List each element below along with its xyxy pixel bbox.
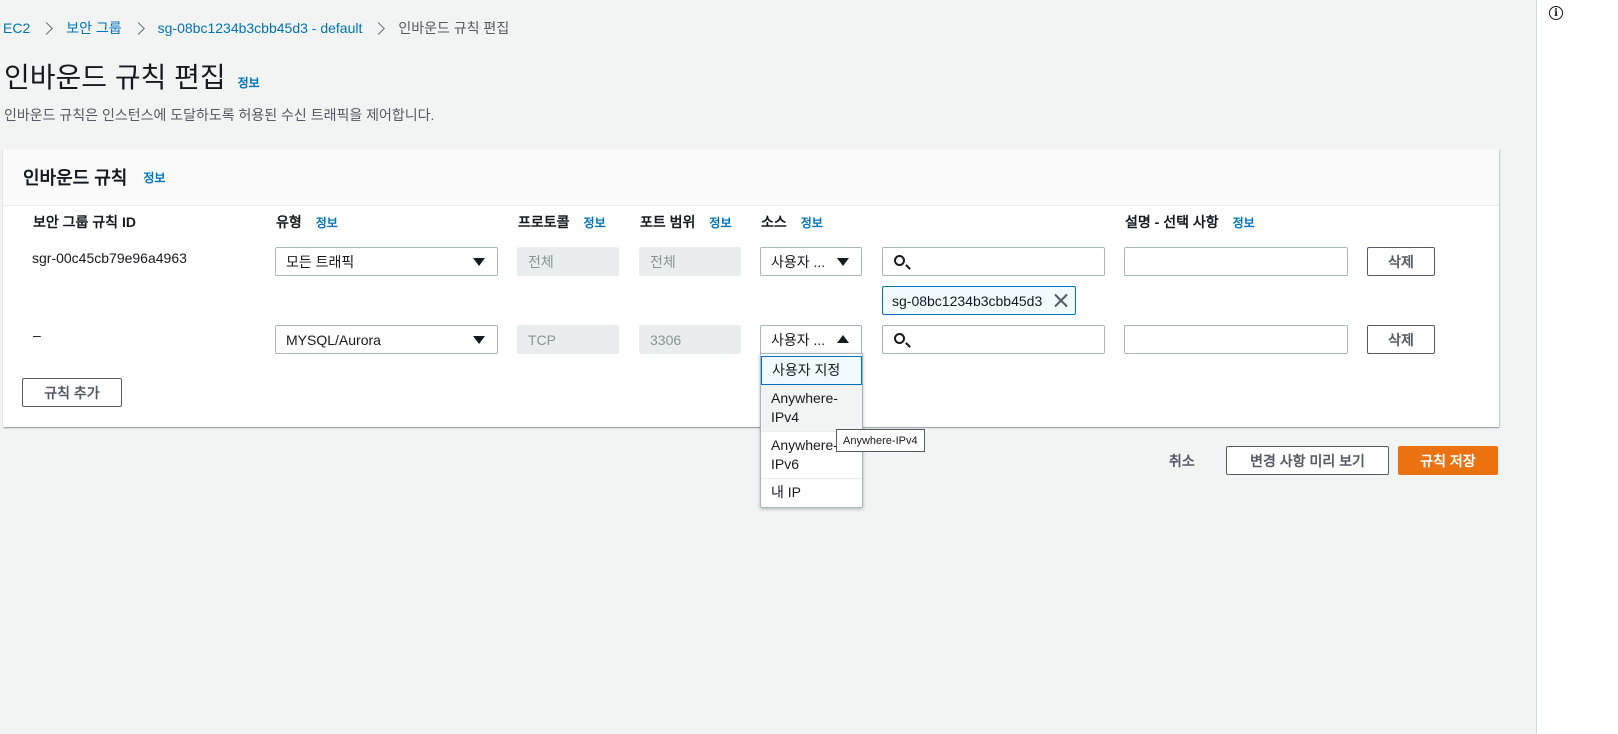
rule-id: sgr-00c45cb79e96a4963 bbox=[32, 250, 187, 266]
panel-header: 인바운드 규칙 정보 bbox=[3, 149, 1499, 206]
dropdown-option-line: IPv4 bbox=[771, 409, 800, 425]
add-rule-button[interactable]: 규칙 추가 bbox=[22, 378, 122, 407]
port-range-info-link[interactable]: 정보 bbox=[709, 214, 731, 231]
dropdown-option-line: Anywhere- bbox=[771, 390, 838, 406]
rule-id: – bbox=[33, 327, 41, 343]
chevron-right-icon bbox=[372, 21, 386, 35]
col-header-source-label: 소스 bbox=[761, 214, 787, 230]
source-search-input[interactable] bbox=[882, 325, 1105, 354]
source-select[interactable]: 사용자 ... bbox=[760, 247, 862, 276]
panel-info-link[interactable]: 정보 bbox=[143, 169, 165, 186]
type-select[interactable]: 모든 트래픽 bbox=[275, 247, 498, 276]
info-icon[interactable]: i bbox=[1549, 6, 1563, 20]
source-select-value: 사용자 ... bbox=[771, 331, 826, 348]
source-select-value: 사용자 ... bbox=[771, 253, 826, 270]
breadcrumb-current: 인바운드 규칙 편집 bbox=[398, 20, 510, 36]
col-header-source: 소스 정보 bbox=[761, 212, 823, 232]
dropdown-option-custom[interactable]: 사용자 지정 bbox=[761, 356, 862, 385]
source-search-text[interactable] bbox=[913, 248, 1104, 275]
source-info-link[interactable]: 정보 bbox=[801, 214, 823, 231]
type-select-value: 모든 트래픽 bbox=[286, 253, 355, 270]
close-icon[interactable] bbox=[1053, 293, 1068, 308]
protocol-field: TCP bbox=[517, 325, 619, 354]
breadcrumb-ec2[interactable]: EC2 bbox=[3, 20, 30, 36]
col-header-type: 유형 정보 bbox=[276, 212, 338, 232]
port-range-field: 전체 bbox=[639, 247, 741, 276]
right-rail: i bbox=[1536, 0, 1618, 734]
col-header-port-range-label: 포트 범위 bbox=[640, 214, 696, 230]
source-search-input[interactable] bbox=[882, 247, 1105, 276]
chevron-right-icon bbox=[131, 21, 145, 35]
source-select[interactable]: 사용자 ... bbox=[760, 325, 862, 354]
col-header-type-label: 유형 bbox=[276, 214, 302, 230]
source-search-text[interactable] bbox=[913, 326, 1104, 353]
search-icon bbox=[894, 255, 905, 266]
protocol-field: 전체 bbox=[517, 247, 619, 276]
type-info-link[interactable]: 정보 bbox=[316, 214, 338, 231]
chevron-right-icon bbox=[40, 21, 54, 35]
col-header-description-label: 설명 - 선택 사항 bbox=[1125, 214, 1219, 230]
delete-button[interactable]: 삭제 bbox=[1367, 247, 1435, 276]
breadcrumb: EC2 보안 그룹 sg-08bc1234b3cbb45d3 - default… bbox=[3, 18, 509, 38]
page-title-text: 인바운드 규칙 편집 bbox=[4, 62, 226, 93]
source-token-label: sg-08bc1234b3cbb45d3 bbox=[892, 292, 1043, 309]
panel-title: 인바운드 규칙 bbox=[23, 168, 128, 188]
caret-down-icon bbox=[473, 336, 485, 344]
protocol-info-link[interactable]: 정보 bbox=[584, 214, 606, 231]
dropdown-option-line: IPv6 bbox=[771, 456, 800, 472]
type-select-value: MYSQL/Aurora bbox=[286, 331, 381, 348]
page-title: 인바운드 규칙 편집 정보 bbox=[4, 56, 260, 96]
page-description: 인바운드 규칙은 인스턴스에 도달하도록 허용된 수신 트래픽을 제어합니다. bbox=[4, 107, 435, 123]
page-info-link[interactable]: 정보 bbox=[238, 74, 260, 91]
search-icon bbox=[894, 333, 905, 344]
dropdown-divider bbox=[761, 478, 862, 479]
port-range-field: 3306 bbox=[639, 325, 741, 354]
col-header-description: 설명 - 선택 사항 정보 bbox=[1125, 212, 1255, 232]
delete-button[interactable]: 삭제 bbox=[1367, 325, 1435, 354]
caret-up-icon bbox=[837, 335, 849, 343]
breadcrumb-security-groups[interactable]: 보안 그룹 bbox=[66, 18, 121, 38]
description-input[interactable] bbox=[1124, 325, 1348, 354]
caret-down-icon bbox=[473, 258, 485, 266]
type-select[interactable]: MYSQL/Aurora bbox=[275, 325, 498, 354]
col-header-port-range: 포트 범위 정보 bbox=[640, 212, 732, 232]
col-header-rule-id: 보안 그룹 규칙 ID bbox=[33, 212, 136, 232]
col-header-protocol-label: 프로토콜 bbox=[518, 214, 570, 230]
description-input[interactable] bbox=[1124, 247, 1348, 276]
breadcrumb-security-group[interactable]: sg-08bc1234b3cbb45d3 - default bbox=[158, 20, 363, 36]
preview-changes-button[interactable]: 변경 사항 미리 보기 bbox=[1226, 446, 1389, 475]
dropdown-option-anywhere-ipv4[interactable]: Anywhere- IPv4 bbox=[761, 385, 862, 432]
cancel-button[interactable]: 취소 bbox=[1169, 451, 1195, 471]
tooltip: Anywhere-IPv4 bbox=[836, 429, 925, 452]
source-token: sg-08bc1234b3cbb45d3 bbox=[882, 286, 1076, 315]
dropdown-option-my-ip[interactable]: 내 IP bbox=[761, 483, 862, 503]
caret-down-icon bbox=[837, 258, 849, 266]
inbound-rules-panel: 인바운드 규칙 정보 bbox=[3, 149, 1499, 427]
col-header-protocol: 프로토콜 정보 bbox=[518, 212, 606, 232]
description-info-link[interactable]: 정보 bbox=[1233, 214, 1255, 231]
save-rules-button[interactable]: 규칙 저장 bbox=[1398, 446, 1498, 475]
col-header-rule-id-label: 보안 그룹 규칙 ID bbox=[33, 214, 136, 230]
